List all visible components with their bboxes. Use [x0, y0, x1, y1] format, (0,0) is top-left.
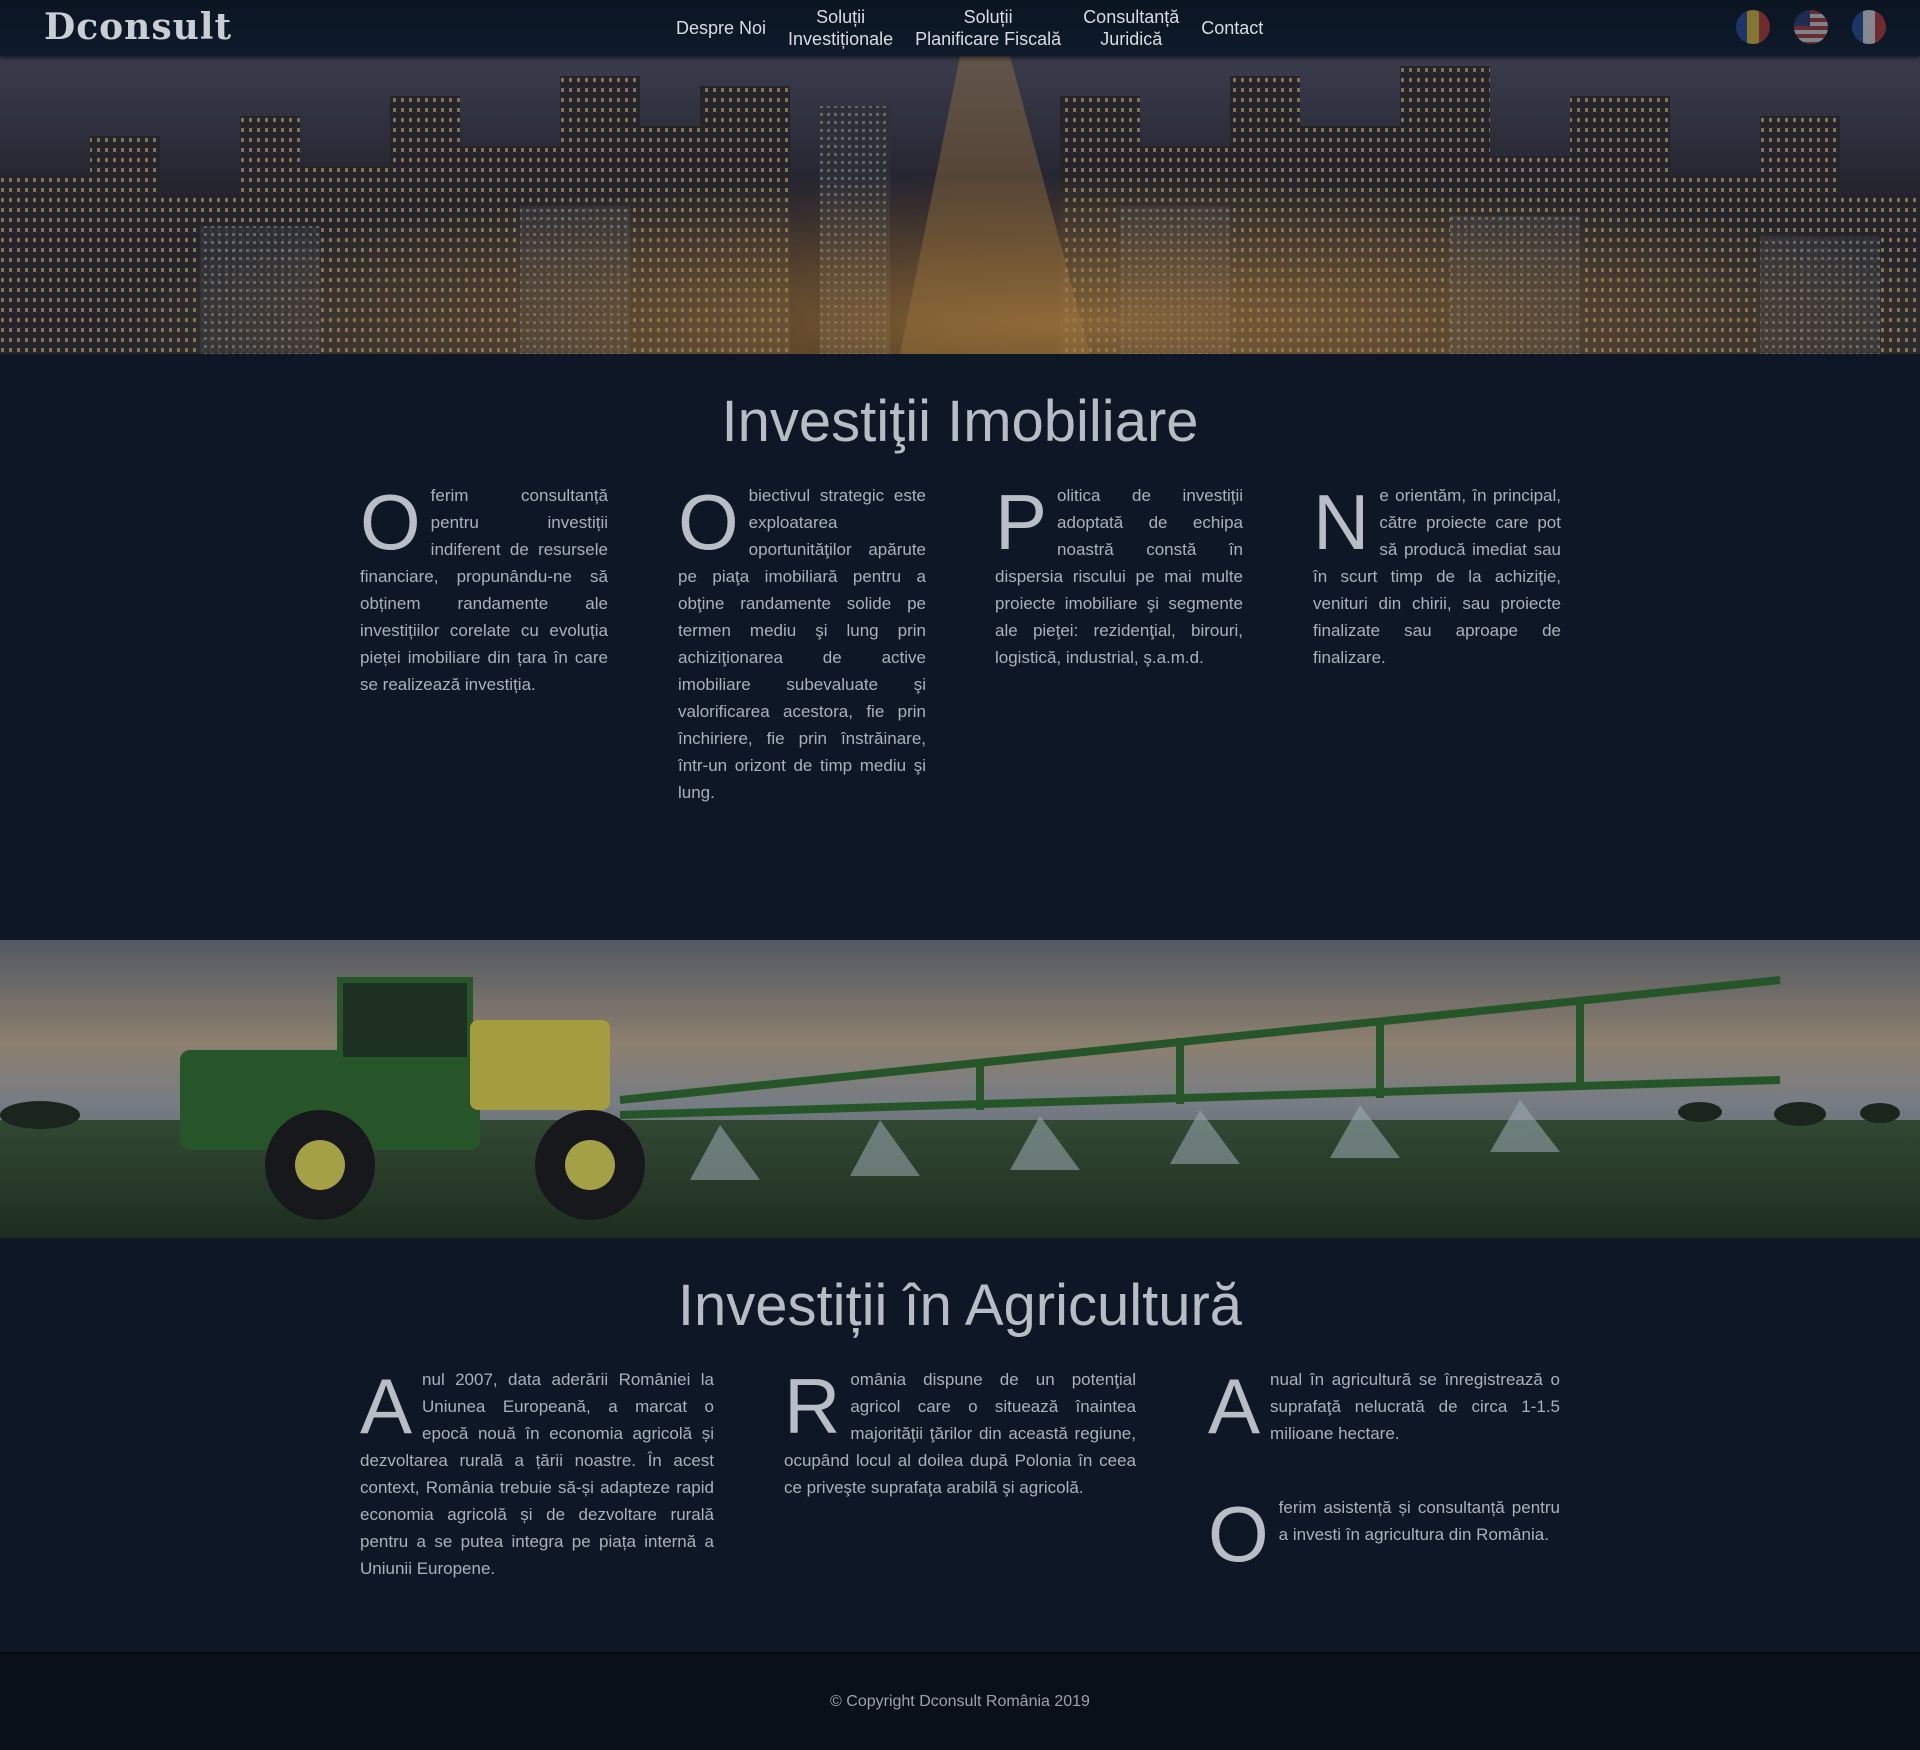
language-switcher — [1736, 10, 1886, 44]
agriculture-paragraph-4: Oferim asistență și consultanță pentru a… — [1208, 1490, 1560, 1578]
agriculture-heading: Investiții în Agricultură — [677, 1273, 1243, 1338]
menu-label-line1: Consultanță — [1083, 7, 1180, 27]
main-menu: Despre Noi Soluții Investiționale Soluții… — [676, 0, 1285, 56]
copyright-text: © Copyright Dconsult România 2019 — [830, 1693, 1090, 1710]
city-skyline-banner-image — [0, 56, 1920, 354]
real-estate-paragraph-3: Politica de investiţii adoptată de echip… — [995, 482, 1243, 671]
agriculture-banner-image — [0, 940, 1920, 1238]
usa-flag-icon[interactable] — [1794, 10, 1828, 44]
menu-item-consultanta-juridica[interactable]: Consultanță Juridică — [1083, 6, 1179, 50]
menu-label: Contact — [1201, 18, 1264, 38]
tractor-sprayer-illustration — [0, 940, 1920, 1238]
france-flag-icon[interactable] — [1852, 10, 1886, 44]
menu-label: Despre Noi — [676, 18, 767, 38]
footer: © Copyright Dconsult România 2019 — [0, 1652, 1920, 1750]
menu-label-line2: Planificare Fiscală — [915, 29, 1062, 49]
menu-label-line1: Soluții — [963, 7, 1013, 27]
agriculture-paragraph-3: Anual în agricultură se înregistrează o … — [1208, 1366, 1560, 1447]
real-estate-heading: Investiţii Imobiliare — [721, 389, 1199, 454]
paragraph-text: nul 2007, data aderării României la Uniu… — [360, 1370, 714, 1578]
menu-item-solutii-investitionale[interactable]: Soluții Investiționale — [788, 6, 893, 50]
drop-cap: O — [360, 478, 421, 566]
drop-cap: A — [1208, 1362, 1261, 1450]
menu-label-line1: Soluții — [816, 7, 866, 27]
drop-cap: A — [360, 1362, 413, 1450]
drop-cap: R — [784, 1362, 841, 1450]
drop-cap: N — [1313, 478, 1370, 566]
real-estate-paragraph-4: Ne orientăm, în principal, către proiect… — [1313, 482, 1561, 671]
paragraph-text: nual în agricultură se înregistrează o s… — [1270, 1370, 1560, 1443]
menu-label-line2: Juridică — [1100, 29, 1163, 49]
drop-cap: O — [678, 478, 739, 566]
real-estate-paragraph-1: Oferim consultanță pentru investiții ind… — [360, 482, 608, 698]
top-navigation-bar: Dconsult Despre Noi Soluții Investițional… — [0, 0, 1920, 56]
drop-cap: O — [1208, 1490, 1269, 1578]
menu-item-despre-noi[interactable]: Despre Noi — [676, 17, 766, 39]
romania-flag-icon[interactable] — [1736, 10, 1770, 44]
agriculture-paragraph-1: Anul 2007, data aderării României la Uni… — [360, 1366, 714, 1582]
real-estate-paragraph-2: Obiectivul strategic este exploatarea op… — [678, 482, 926, 806]
menu-item-solutii-planificare-fiscala[interactable]: Soluții Planificare Fiscală — [915, 6, 1061, 50]
paragraph-text: ferim asistență și consultanță pentru a … — [1278, 1498, 1560, 1544]
drop-cap: P — [995, 478, 1048, 566]
menu-label-line2: Investiționale — [788, 29, 894, 49]
menu-item-contact[interactable]: Contact — [1201, 17, 1263, 39]
agriculture-paragraph-2: România dispune de un potenţial agricol … — [784, 1366, 1136, 1501]
city-skyline-illustration — [0, 56, 1920, 354]
dconsult-logo[interactable]: Dconsult — [44, 6, 232, 48]
